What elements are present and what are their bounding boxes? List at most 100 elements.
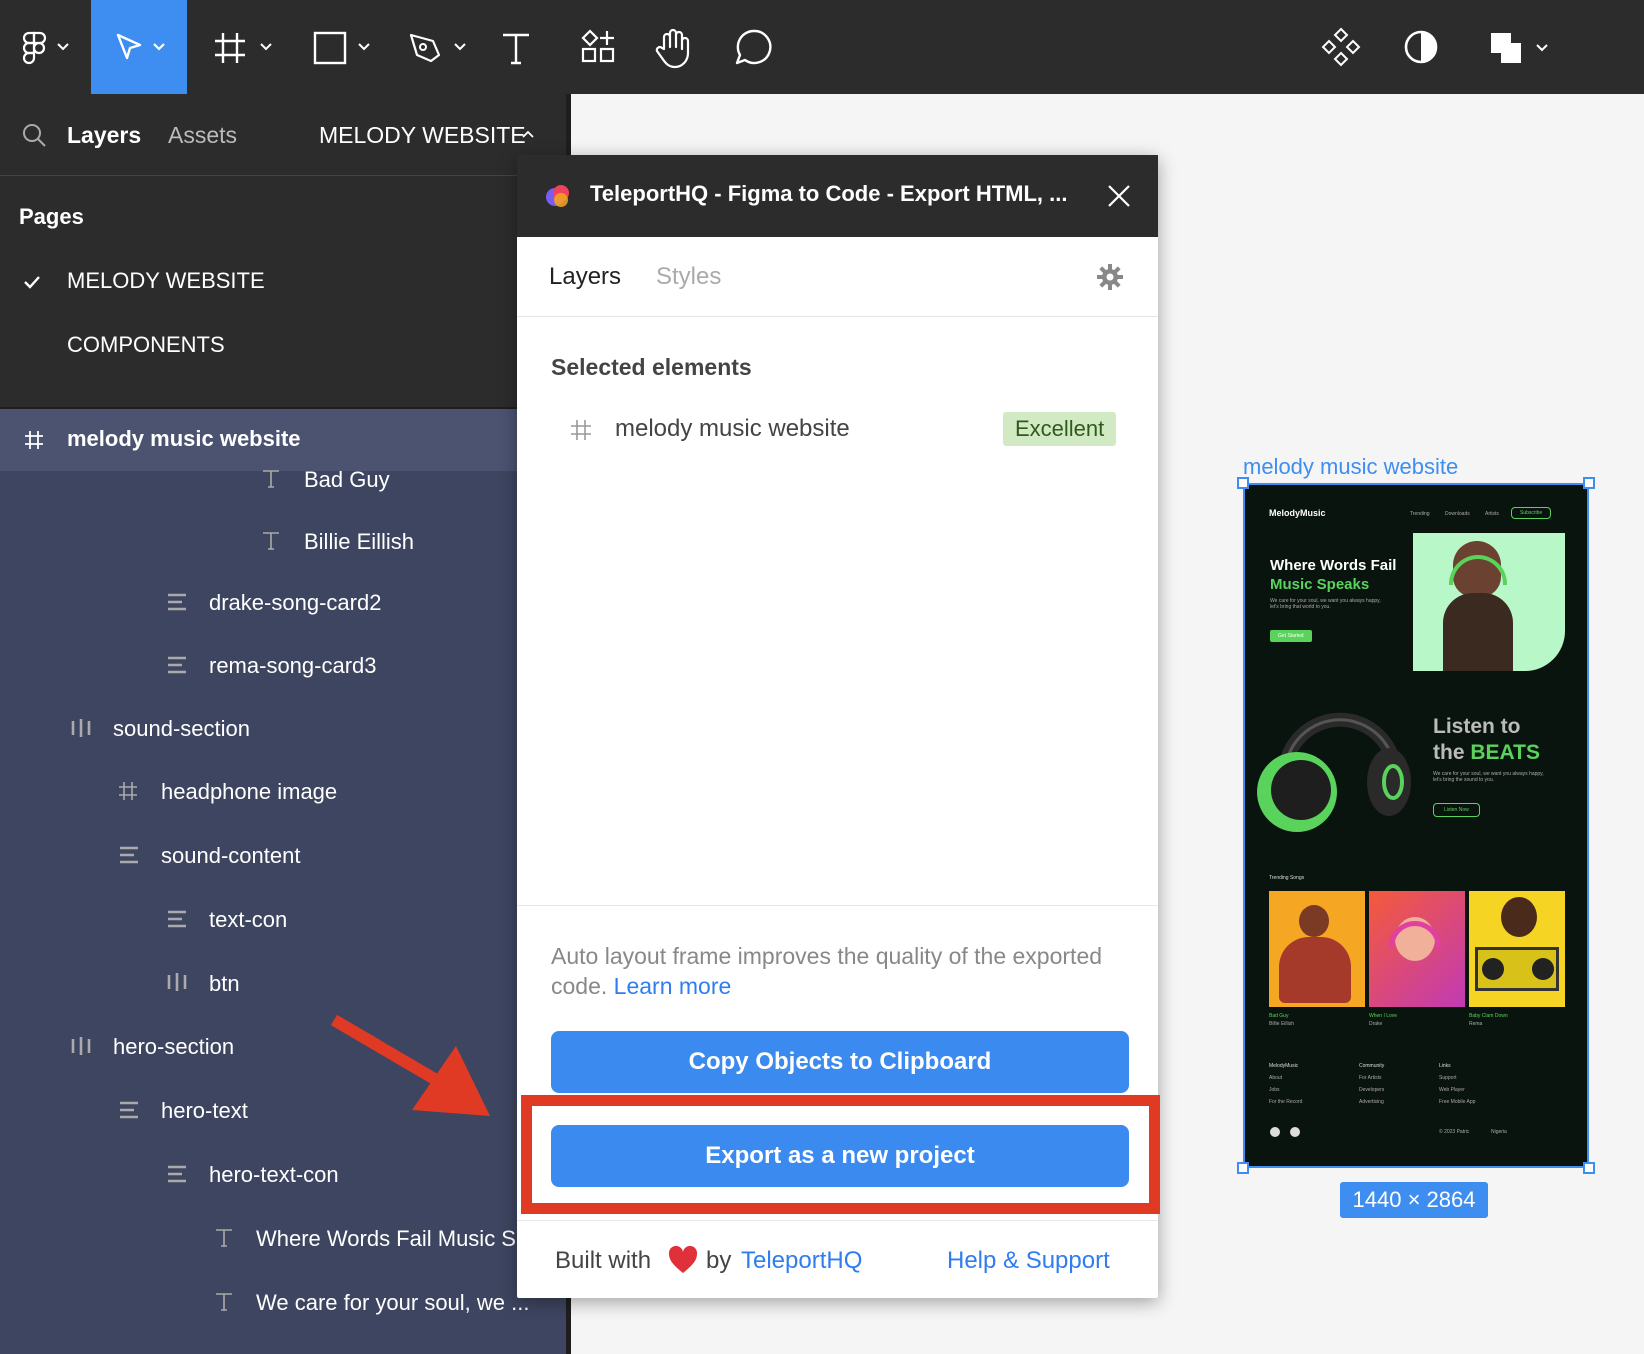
frame-tool-button[interactable] xyxy=(204,0,284,94)
layer-hero-heading-text[interactable]: Where Words Fail Music S xyxy=(256,1226,516,1252)
preview-footer-head: Links xyxy=(1439,1063,1451,1069)
contrast-icon xyxy=(1404,30,1438,64)
preview-footer-link: Developers xyxy=(1359,1087,1385,1093)
pen-tool-button[interactable] xyxy=(398,0,478,94)
page-dropdown[interactable]: MELODY WEBSITE xyxy=(319,122,526,149)
layer-bad-guy[interactable]: Bad Guy xyxy=(304,467,390,493)
learn-more-link[interactable]: Learn more xyxy=(614,973,732,999)
search-icon[interactable] xyxy=(21,122,47,148)
frame-icon xyxy=(25,431,43,449)
comment-tool-button[interactable] xyxy=(728,0,780,94)
horizontal-autolayout-icon xyxy=(71,1037,91,1055)
hand-icon xyxy=(655,28,690,69)
plugin-tabs: Layers Styles xyxy=(517,237,1158,317)
selected-element-name[interactable]: melody music website xyxy=(615,415,850,443)
plugin-tab-layers[interactable]: Layers xyxy=(549,263,621,291)
components-button[interactable] xyxy=(1316,0,1366,94)
layer-headphone-image[interactable]: headphone image xyxy=(161,779,337,805)
main-toolbar xyxy=(0,0,1644,94)
frame-icon xyxy=(119,782,137,800)
resize-handle[interactable] xyxy=(1583,477,1595,489)
preview-location: Nigeria xyxy=(1491,1129,1507,1135)
layer-billie-eillish[interactable]: Billie Eillish xyxy=(304,529,414,555)
layer-btn[interactable]: btn xyxy=(209,971,240,997)
frame-name-label[interactable]: melody music website xyxy=(1243,454,1458,480)
preview-nav-item: Trending xyxy=(1410,511,1430,517)
preview-footer-link: Free Mobile App xyxy=(1439,1099,1476,1105)
tab-layers[interactable]: Layers xyxy=(67,122,141,149)
preview-footer-link: About xyxy=(1269,1075,1283,1081)
preview-speaker xyxy=(1482,958,1504,980)
preview-footer-link: Jobs xyxy=(1269,1087,1280,1093)
layer-melody-music-website[interactable]: melody music website xyxy=(67,426,301,452)
resize-handle[interactable] xyxy=(1237,1162,1249,1174)
resources-tool-button[interactable] xyxy=(574,0,624,94)
teleporthq-link[interactable]: TeleportHQ xyxy=(741,1247,862,1275)
preview-song-artist: Rema xyxy=(1469,1021,1483,1027)
preview-boombox xyxy=(1475,947,1559,991)
preview-hero-line1: Where Words Fail xyxy=(1270,557,1397,574)
layer-hero-text[interactable]: hero-text xyxy=(161,1098,248,1124)
preview-listen-line1: Listen to xyxy=(1433,715,1521,738)
hand-tool-button[interactable] xyxy=(648,0,700,94)
preview-song-title: Bad Guy xyxy=(1269,1013,1289,1019)
preview-subscribe-button: Subscribe xyxy=(1511,507,1552,519)
copy-to-clipboard-button[interactable]: Copy Objects to Clipboard xyxy=(551,1031,1129,1093)
layer-sound-content[interactable]: sound-content xyxy=(161,843,300,869)
preview-copyright: © 2023 Patric xyxy=(1439,1129,1470,1135)
figma-menu-button[interactable] xyxy=(0,0,88,94)
page-item-components[interactable]: COMPONENTS xyxy=(67,332,225,358)
layer-hero-body-text[interactable]: We care for your soul, we ... xyxy=(256,1290,529,1316)
help-support-link[interactable]: Help & Support xyxy=(947,1247,1110,1275)
vertical-autolayout-icon xyxy=(120,1101,138,1119)
boolean-ops-button[interactable] xyxy=(1478,0,1568,94)
preview-listen-the: the xyxy=(1433,741,1471,764)
preview-footer-link: Support xyxy=(1439,1075,1457,1081)
by-text: by xyxy=(706,1247,732,1274)
red-arrow-annotation xyxy=(330,1014,490,1116)
preview-hero-button: Get Started xyxy=(1270,630,1312,642)
resize-handle[interactable] xyxy=(1583,1162,1595,1174)
layers-panel: Layers Assets MELODY WEBSITE Pages MELOD… xyxy=(0,94,571,1354)
layer-rema-song-card3[interactable]: rema-song-card3 xyxy=(209,653,377,679)
layer-hero-section[interactable]: hero-section xyxy=(113,1034,234,1060)
layer-drake-song-card2[interactable]: drake-song-card2 xyxy=(209,590,381,616)
preview-logo: MelodyMusic xyxy=(1269,508,1326,518)
shape-tool-button[interactable] xyxy=(302,0,382,94)
theme-toggle-button[interactable] xyxy=(1396,0,1446,94)
preview-person-body xyxy=(1443,593,1513,671)
divider xyxy=(517,1220,1158,1221)
components-icon xyxy=(1321,27,1361,67)
plugin-tab-styles[interactable]: Styles xyxy=(656,263,721,291)
highlight-box-annotation xyxy=(521,1095,1160,1214)
layer-hero-text-con[interactable]: hero-text-con xyxy=(209,1162,339,1188)
preview-listen-button: Listen Now xyxy=(1433,803,1480,817)
move-tool-button[interactable] xyxy=(91,0,187,94)
preview-hero-body: We care for your soul, we want you alway… xyxy=(1270,598,1381,610)
horizontal-autolayout-icon xyxy=(71,719,91,737)
preview-song-title: When I Love xyxy=(1369,1013,1398,1019)
resize-handle[interactable] xyxy=(1237,477,1249,489)
tab-assets[interactable]: Assets xyxy=(168,122,237,149)
divider xyxy=(517,905,1158,906)
preview-hero-line2: Music Speaks xyxy=(1270,576,1370,593)
page-item-melody-website[interactable]: MELODY WEBSITE xyxy=(67,268,265,294)
layers-tree: melody music website Bad Guy Billie Eill… xyxy=(0,407,571,1354)
frame-preview[interactable]: MelodyMusic Trending Downloads Artists S… xyxy=(1243,483,1589,1168)
close-icon[interactable] xyxy=(1106,183,1132,209)
vertical-autolayout-icon xyxy=(168,656,186,674)
preview-speaker xyxy=(1532,958,1554,980)
preview-footer-link: Web Player xyxy=(1439,1087,1465,1093)
panel-tabs: Layers Assets MELODY WEBSITE xyxy=(0,94,571,176)
gear-icon[interactable] xyxy=(1096,263,1124,291)
text-tool-button[interactable] xyxy=(490,0,540,94)
layer-sound-section[interactable]: sound-section xyxy=(113,716,250,742)
text-icon xyxy=(216,1229,232,1247)
chevron-up-icon[interactable] xyxy=(521,128,535,142)
preview-listen-accent: BEATS xyxy=(1470,741,1540,764)
layer-text-con[interactable]: text-con xyxy=(209,907,287,933)
autolayout-hint: Auto layout frame improves the quality o… xyxy=(551,941,1111,1001)
pen-icon xyxy=(409,33,466,63)
text-icon xyxy=(263,470,279,488)
vertical-autolayout-icon xyxy=(120,846,138,864)
